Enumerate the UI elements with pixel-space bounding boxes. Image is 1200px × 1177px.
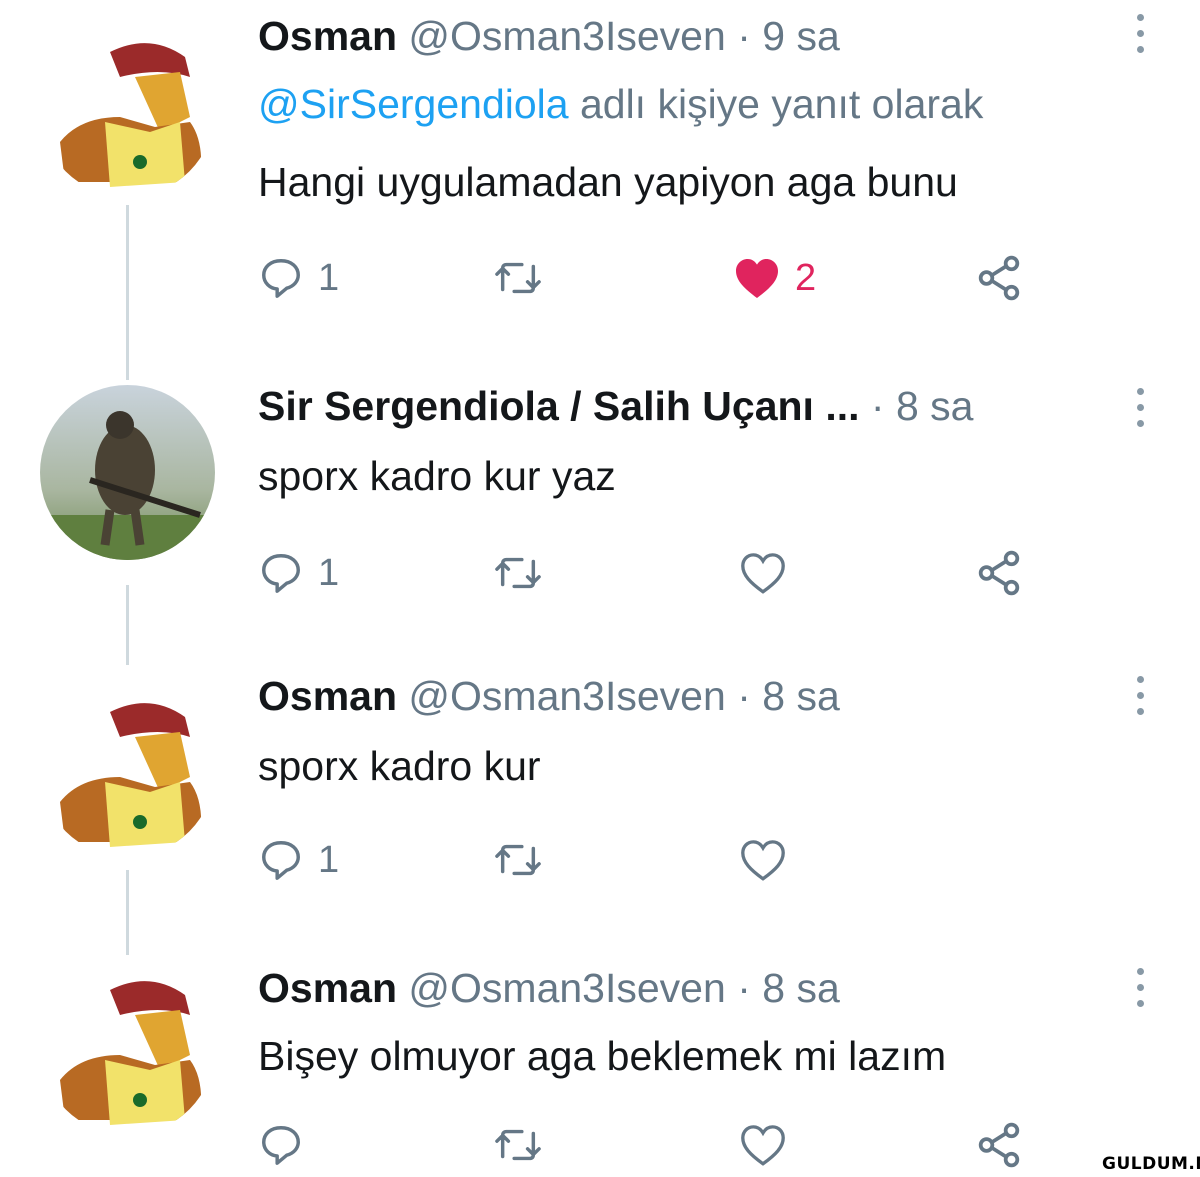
share-button[interactable] — [973, 1115, 1025, 1175]
separator-dot: · — [737, 965, 751, 1011]
tweet-header: Osman @Osman3Iseven · 8 sa — [258, 964, 840, 1012]
watermark-logo: GULDUM.NET — [1098, 1152, 1200, 1176]
tweet[interactable]: Osman @Osman3Iseven · 8 sa Bişey olmuyor… — [0, 0, 1200, 1177]
more-options-icon[interactable] — [1130, 968, 1150, 1028]
author-handle[interactable]: @Osman3Iseven — [408, 965, 725, 1011]
reply-button[interactable] — [258, 1115, 304, 1175]
tweet-time[interactable]: 8 sa — [762, 965, 840, 1011]
tweet-text: Bişey olmuyor aga beklemek mi lazım — [258, 1033, 947, 1079]
reply-icon — [262, 1126, 300, 1165]
retweet-button[interactable] — [493, 1115, 543, 1175]
like-button[interactable] — [738, 1115, 788, 1175]
tweet-actions — [258, 1115, 1058, 1175]
share-icon — [978, 1122, 1020, 1168]
tweet-thread: Osman @Osman3Iseven · 9 sa @SirSergendio… — [0, 0, 1200, 1177]
author-name[interactable]: Osman — [258, 965, 397, 1011]
retweet-icon — [495, 1129, 541, 1161]
cartoon-beret-avatar-icon[interactable] — [40, 960, 215, 1135]
heart-outline-icon — [741, 1125, 785, 1166]
